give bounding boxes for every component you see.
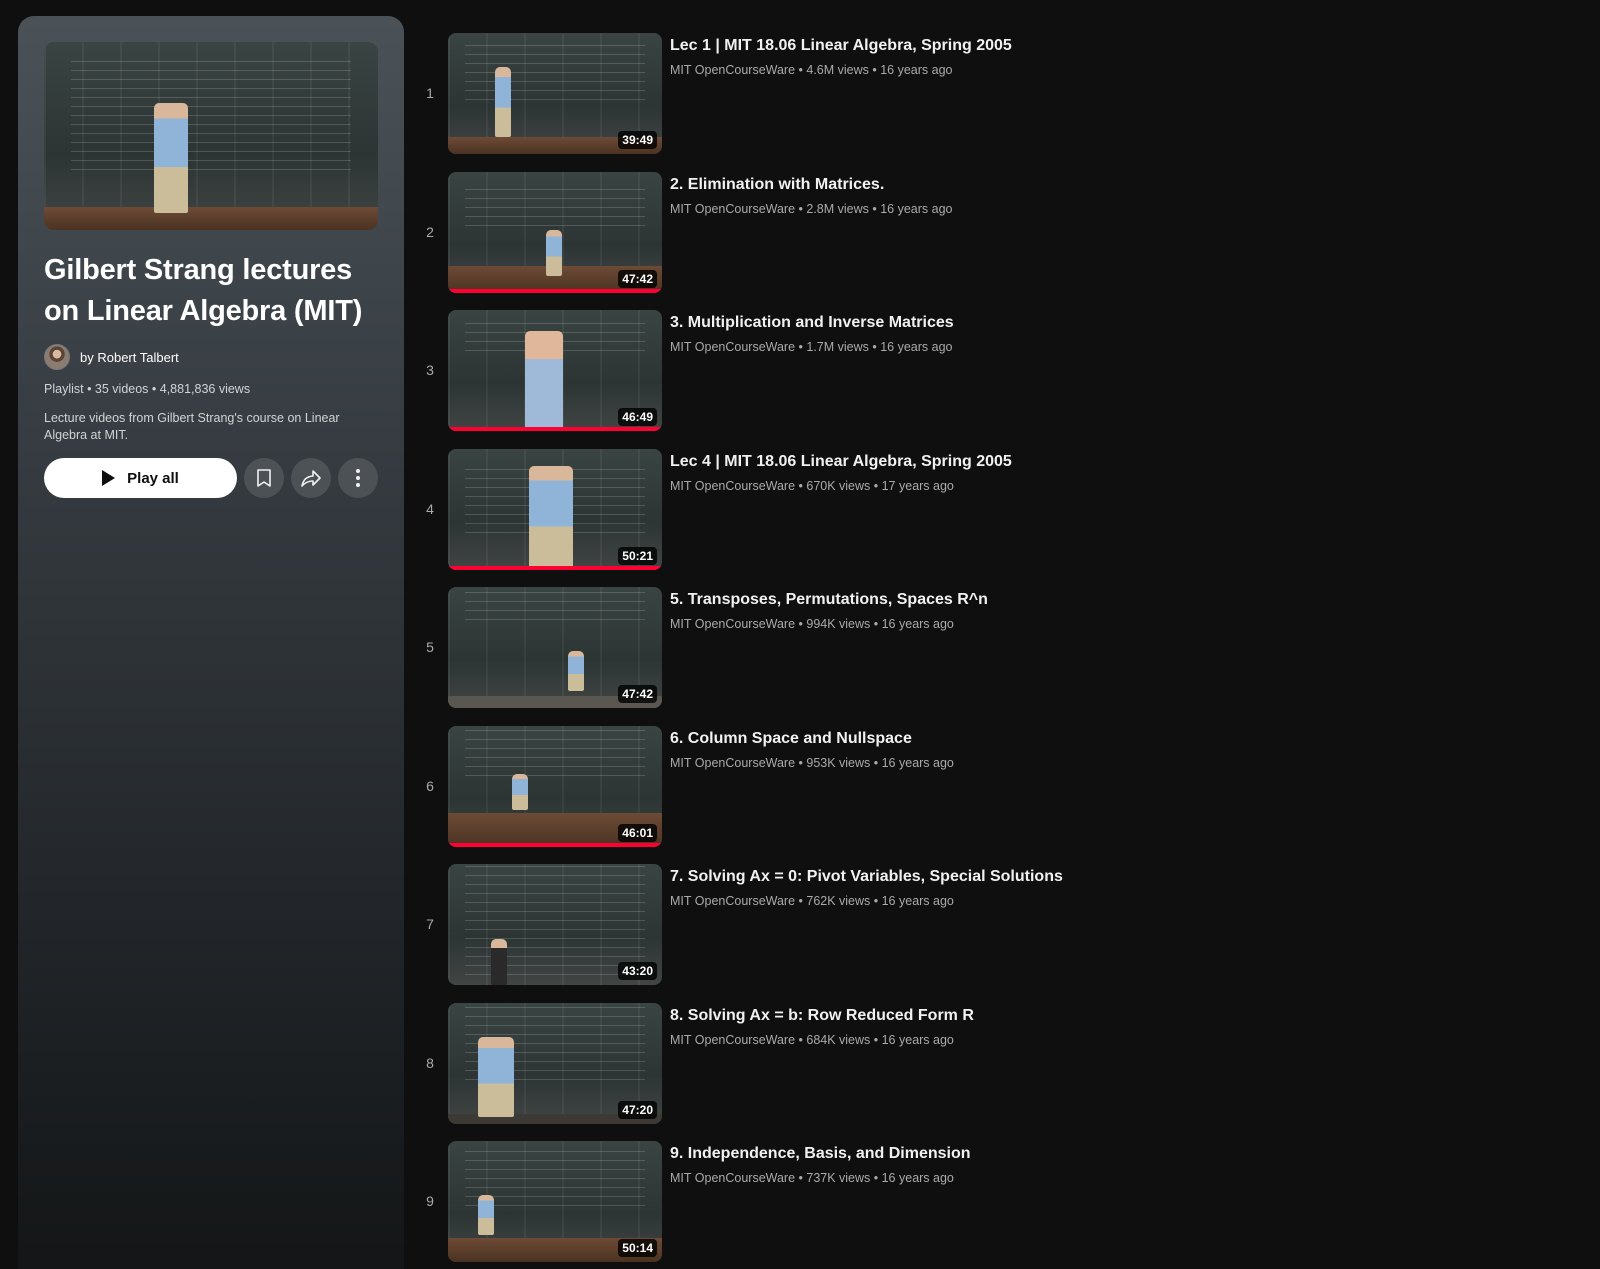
- playlist-video-row[interactable]: 1 39:49 Lec 1 | MIT 18.06 Linear Algebra…: [412, 33, 1572, 172]
- more-vertical-icon: [356, 469, 360, 487]
- playlist-actions: Play all: [44, 458, 378, 498]
- play-all-button[interactable]: Play all: [44, 458, 237, 498]
- play-icon: [102, 470, 116, 486]
- video-title[interactable]: Lec 1 | MIT 18.06 Linear Algebra, Spring…: [670, 35, 1012, 57]
- bookmark-icon: [257, 469, 271, 487]
- video-index: 7: [426, 916, 434, 932]
- playlist-video-row[interactable]: 9 50:14 9. Independence, Basis, and Dime…: [412, 1141, 1572, 1269]
- video-duration: 50:21: [618, 546, 657, 565]
- video-duration: 50:14: [618, 1239, 657, 1257]
- watch-progress-bar: [448, 842, 662, 847]
- video-meta: MIT OpenCourseWare • 4.6M views • 16 yea…: [670, 63, 953, 77]
- playlist-page: Gilbert Strang lectures on Linear Algebr…: [0, 0, 1600, 1269]
- video-thumbnail[interactable]: 47:42: [448, 587, 662, 708]
- video-index: 3: [426, 362, 434, 378]
- video-meta: MIT OpenCourseWare • 953K views • 16 yea…: [670, 755, 954, 770]
- video-title[interactable]: Lec 4 | MIT 18.06 Linear Algebra, Spring…: [670, 451, 1012, 473]
- video-title[interactable]: 3. Multiplication and Inverse Matrices: [670, 312, 954, 334]
- video-index: 2: [426, 223, 434, 240]
- playlist-video-row[interactable]: 4 50:21 Lec 4 | MIT 18.06 Linear Algebra…: [412, 448, 1572, 588]
- video-title[interactable]: 9. Independence, Basis, and Dimension: [670, 1143, 971, 1165]
- video-duration: 47:42: [618, 269, 657, 288]
- play-all-label: Play all: [127, 469, 179, 487]
- playlist-video-row[interactable]: 3 46:49 3. Multiplication and Inverse Ma…: [412, 310, 1572, 449]
- playlist-video-row[interactable]: 8 47:20 8. Solving Ax = b: Row Reduced F…: [412, 1002, 1572, 1142]
- video-title[interactable]: 2. Elimination with Matrices.: [670, 174, 952, 196]
- video-meta: MIT OpenCourseWare • 670K views • 17 yea…: [670, 478, 954, 493]
- playlist-thumbnail[interactable]: [44, 42, 378, 230]
- video-title[interactable]: 6. Column Space and Nullspace: [670, 728, 954, 750]
- more-actions-button[interactable]: [338, 458, 378, 498]
- video-title[interactable]: 7. Solving Ax = 0: Pivot Variables, Spec…: [670, 866, 1063, 888]
- video-thumbnail[interactable]: 43:20: [448, 864, 662, 985]
- video-duration: 47:20: [618, 1100, 657, 1119]
- video-duration: 39:49: [618, 131, 657, 149]
- video-duration: 43:20: [618, 962, 657, 980]
- playlist-header-panel: Gilbert Strang lectures on Linear Algebr…: [18, 16, 404, 1269]
- watch-progress-bar: [448, 427, 662, 431]
- video-meta: MIT OpenCourseWare • 737K views • 16 yea…: [670, 1171, 954, 1185]
- video-duration: 46:01: [618, 823, 657, 842]
- owner-avatar[interactable]: [44, 344, 70, 370]
- thumbnail-image: [44, 42, 378, 230]
- playlist-title: Gilbert Strang lectures on Linear Algebr…: [44, 254, 363, 327]
- share-button[interactable]: [291, 458, 331, 498]
- video-meta: MIT OpenCourseWare • 684K views • 16 yea…: [670, 1032, 954, 1047]
- video-thumbnail[interactable]: 50:21: [448, 448, 662, 570]
- video-thumbnail[interactable]: 47:42: [448, 171, 662, 293]
- video-meta: MIT OpenCourseWare • 762K views • 16 yea…: [670, 894, 954, 908]
- video-index: 8: [426, 1054, 434, 1071]
- video-thumbnail[interactable]: 46:01: [448, 725, 662, 847]
- playlist-video-row[interactable]: 6 46:01 6. Column Space and Nullspace MI…: [412, 725, 1572, 865]
- playlist-video-row[interactable]: 7 43:20 7. Solving Ax = 0: Pivot Variabl…: [412, 864, 1572, 1003]
- video-thumbnail[interactable]: 50:14: [448, 1141, 662, 1262]
- video-index: 9: [426, 1193, 434, 1209]
- video-thumbnail[interactable]: 47:20: [448, 1002, 662, 1124]
- save-playlist-button[interactable]: [244, 458, 284, 498]
- share-icon: [301, 470, 321, 487]
- playlist-video-row[interactable]: 2 47:42 2. Elimination with Matrices. MI…: [412, 171, 1572, 311]
- video-thumbnail[interactable]: 46:49: [448, 310, 662, 431]
- video-title[interactable]: 8. Solving Ax = b: Row Reduced Form R: [670, 1005, 974, 1027]
- video-meta: MIT OpenCourseWare • 994K views • 16 yea…: [670, 617, 954, 631]
- playlist-video-row[interactable]: 5 47:42 5. Transposes, Permutations, Spa…: [412, 587, 1572, 726]
- watch-progress-bar: [448, 288, 662, 293]
- playlist-video-list: 1 39:49 Lec 1 | MIT 18.06 Linear Algebra…: [412, 33, 1572, 1269]
- video-thumbnail[interactable]: 39:49: [448, 33, 662, 154]
- watch-progress-bar: [448, 565, 662, 570]
- playlist-description: Lecture videos from Gilbert Strang's cou…: [44, 411, 340, 442]
- video-title[interactable]: 5. Transposes, Permutations, Spaces R^n: [670, 589, 988, 611]
- owner-name[interactable]: by Robert Talbert: [80, 350, 179, 365]
- playlist-meta: Playlist • 35 videos • 4,881,836 views: [44, 382, 251, 396]
- video-index: 1: [426, 85, 434, 101]
- video-index: 4: [426, 500, 434, 517]
- video-duration: 46:49: [618, 408, 657, 426]
- video-meta: MIT OpenCourseWare • 1.7M views • 16 yea…: [670, 340, 953, 354]
- video-duration: 47:42: [618, 685, 657, 703]
- video-index: 6: [426, 777, 434, 794]
- video-meta: MIT OpenCourseWare • 2.8M views • 16 yea…: [670, 201, 953, 216]
- playlist-owner-row: by Robert Talbert: [44, 344, 378, 370]
- video-index: 5: [426, 639, 434, 655]
